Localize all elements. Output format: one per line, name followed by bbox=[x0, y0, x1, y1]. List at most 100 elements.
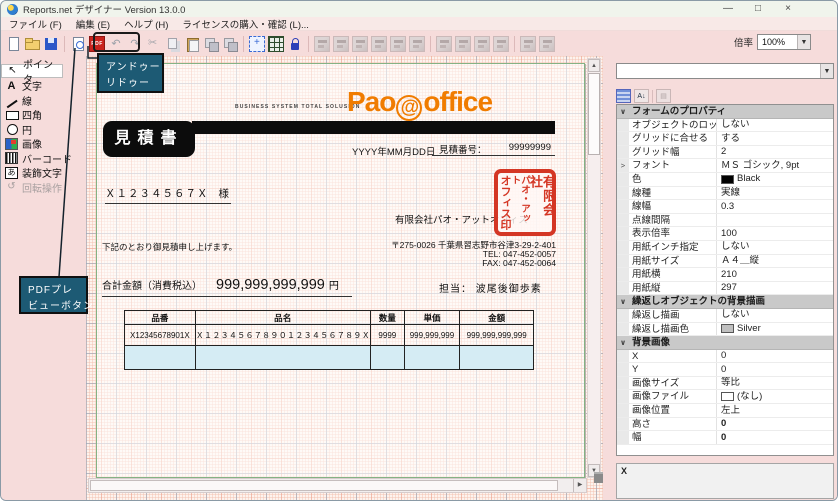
save-icon[interactable] bbox=[43, 36, 59, 52]
expand-arrow-icon[interactable] bbox=[617, 350, 629, 363]
expand-arrow-icon[interactable] bbox=[617, 146, 629, 159]
expand-arrow-icon[interactable] bbox=[617, 227, 629, 240]
expand-arrow-icon[interactable]: ∨ bbox=[617, 105, 629, 118]
object-selector-dropdown-arrow-icon[interactable]: ▼ bbox=[820, 64, 833, 78]
expand-arrow-icon[interactable] bbox=[617, 390, 629, 403]
property-row[interactable]: 表示倍率 100 bbox=[617, 227, 833, 241]
paste-icon[interactable] bbox=[184, 36, 200, 52]
space-evenly-icon[interactable] bbox=[493, 36, 509, 52]
property-row[interactable]: 画像位置 左上 bbox=[617, 404, 833, 418]
property-row[interactable]: ∨ 背景画像 bbox=[617, 336, 833, 350]
property-row[interactable]: 点線間隔 bbox=[617, 214, 833, 228]
title-black-bar[interactable] bbox=[192, 121, 555, 134]
make-same-width-icon[interactable] bbox=[436, 36, 452, 52]
expand-arrow-icon[interactable] bbox=[617, 404, 629, 417]
expand-arrow-icon[interactable] bbox=[617, 132, 629, 145]
object-selector-combobox[interactable]: ▼ bbox=[616, 63, 834, 79]
new-document-icon[interactable] bbox=[5, 36, 21, 52]
items-table[interactable]: 品番 品名 数量 単価 金額 X12345678901X Ｘ１２３４５６７８９０… bbox=[124, 310, 534, 370]
horizontal-scrollbar[interactable]: ▶ bbox=[88, 478, 587, 493]
expand-arrow-icon[interactable] bbox=[617, 214, 629, 227]
property-row[interactable]: オブジェクトのロック しない bbox=[617, 119, 833, 133]
staff-field[interactable]: 担当： 波尾後御歩素 bbox=[439, 280, 542, 295]
align-bottom-icon[interactable] bbox=[409, 36, 425, 52]
palette-item-barcode[interactable]: バーコード bbox=[1, 151, 86, 165]
design-canvas[interactable]: BUSINESS SYSTEM TOTAL SOLUSION Pao@offic… bbox=[86, 56, 603, 501]
customer-name-field[interactable]: Ｘ１２３４５６７Ｘ様 bbox=[105, 186, 231, 204]
undo-icon[interactable]: ↶ bbox=[108, 36, 124, 52]
pdf-preview-icon[interactable]: PDF bbox=[89, 36, 105, 52]
property-row[interactable]: グリッドに合せる する bbox=[617, 132, 833, 146]
copy-icon[interactable] bbox=[165, 36, 181, 52]
align-left-icon[interactable] bbox=[314, 36, 330, 52]
send-to-back-icon[interactable] bbox=[222, 36, 238, 52]
property-row[interactable]: 色 Black bbox=[617, 173, 833, 187]
palette-item-image[interactable]: 画像 bbox=[1, 137, 86, 151]
greeting-text[interactable]: 下記のとおり御見積申し上げます。 bbox=[102, 241, 237, 253]
palette-item-line[interactable]: 線 bbox=[1, 93, 86, 107]
property-row[interactable]: 線種 実線 bbox=[617, 187, 833, 201]
bring-to-front-icon[interactable] bbox=[203, 36, 219, 52]
expand-arrow-icon[interactable] bbox=[617, 431, 629, 444]
expand-arrow-icon[interactable] bbox=[617, 309, 629, 322]
expand-arrow-icon[interactable] bbox=[617, 363, 629, 376]
horizontal-scrollbar-thumb[interactable] bbox=[90, 480, 558, 491]
expand-arrow-icon[interactable]: ∨ bbox=[617, 336, 629, 349]
property-row[interactable]: 繰返し描画色 Silver bbox=[617, 323, 833, 337]
property-row[interactable]: 画像サイズ 等比 bbox=[617, 377, 833, 391]
report-page[interactable]: BUSINESS SYSTEM TOTAL SOLUSION Pao@offic… bbox=[96, 63, 585, 478]
expand-arrow-icon[interactable] bbox=[617, 268, 629, 281]
scroll-up-icon[interactable]: ▲ bbox=[588, 59, 600, 72]
minimize-button[interactable]: — bbox=[721, 1, 735, 17]
categorized-view-icon[interactable] bbox=[616, 89, 631, 103]
zoom-combobox[interactable]: 100% ▼ bbox=[757, 34, 811, 50]
menu-edit[interactable]: 編集 (E) bbox=[76, 17, 110, 31]
expand-arrow-icon[interactable] bbox=[617, 418, 629, 431]
estimate-number-field[interactable]: 見積番号： 99999999 bbox=[432, 142, 555, 156]
close-description-icon[interactable]: X bbox=[621, 466, 627, 476]
menu-license[interactable]: ライセンスの購入・確認 (L)... bbox=[182, 17, 308, 31]
property-row[interactable]: 繰返し描画 しない bbox=[617, 309, 833, 323]
make-same-height-icon[interactable] bbox=[455, 36, 471, 52]
menu-file[interactable]: ファイル (F) bbox=[9, 17, 62, 31]
property-row[interactable]: Y 0 bbox=[617, 363, 833, 377]
expand-arrow-icon[interactable]: ∨ bbox=[617, 295, 629, 308]
center-vertical-icon[interactable] bbox=[539, 36, 555, 52]
property-row[interactable]: 線幅 0.3 bbox=[617, 200, 833, 214]
alphabetical-sort-icon[interactable]: A↓ bbox=[634, 89, 649, 103]
close-button[interactable]: × bbox=[781, 1, 795, 17]
redo-icon[interactable]: ↷ bbox=[127, 36, 143, 52]
total-amount-field[interactable]: 合計金額（消費税込） 999,999,999,999 円 bbox=[102, 277, 352, 297]
align-center-icon[interactable] bbox=[333, 36, 349, 52]
snap-to-grid-icon[interactable] bbox=[249, 36, 265, 52]
document-title[interactable]: 見積書 bbox=[103, 121, 195, 157]
align-right-icon[interactable] bbox=[352, 36, 368, 52]
open-icon[interactable] bbox=[24, 36, 40, 52]
property-row[interactable]: グリッド幅 2 bbox=[617, 146, 833, 160]
expand-arrow-icon[interactable] bbox=[617, 119, 629, 132]
company-seal-stamp[interactable]: 有限会社 パオ・アット オフィス印 bbox=[494, 169, 556, 236]
vertical-scrollbar[interactable]: ▲ ▼ bbox=[587, 58, 601, 478]
property-row[interactable]: 用紙サイズ Ａ４＿縦 bbox=[617, 255, 833, 269]
property-row[interactable]: 画像ファイル (なし) bbox=[617, 390, 833, 404]
expand-arrow-icon[interactable] bbox=[617, 200, 629, 213]
property-row[interactable]: > フォント ＭＳ ゴシック, 9pt bbox=[617, 159, 833, 173]
expand-arrow-icon[interactable]: > bbox=[617, 159, 629, 172]
menu-help[interactable]: ヘルプ (H) bbox=[124, 17, 168, 31]
align-top-icon[interactable] bbox=[371, 36, 387, 52]
property-row[interactable]: ∨ 繰返しオブジェクトの背景描画 bbox=[617, 295, 833, 309]
zoom-dropdown-arrow-icon[interactable]: ▼ bbox=[797, 35, 810, 49]
property-row[interactable]: 高さ 0 bbox=[617, 418, 833, 432]
company-address-block[interactable]: 〒275-0026 千葉県習志野市谷津3-29-2-401 TEL: 047-4… bbox=[391, 241, 556, 269]
lock-objects-icon[interactable] bbox=[287, 36, 303, 52]
scroll-right-icon[interactable]: ▶ bbox=[573, 479, 586, 492]
brand-tagline[interactable]: BUSINESS SYSTEM TOTAL SOLUSION bbox=[235, 104, 361, 110]
palette-item-circle[interactable]: 円 bbox=[1, 122, 86, 136]
expand-arrow-icon[interactable] bbox=[617, 241, 629, 254]
property-row[interactable]: X 0 bbox=[617, 350, 833, 364]
property-row[interactable]: 用紙横 210 bbox=[617, 268, 833, 282]
date-placeholder[interactable]: YYYY年MM月DD日 bbox=[352, 144, 435, 158]
palette-item-rectangle[interactable]: 四角 bbox=[1, 108, 86, 122]
palette-item-decorated-text[interactable]: あ 装飾文字 bbox=[1, 166, 86, 180]
expand-arrow-icon[interactable] bbox=[617, 377, 629, 390]
